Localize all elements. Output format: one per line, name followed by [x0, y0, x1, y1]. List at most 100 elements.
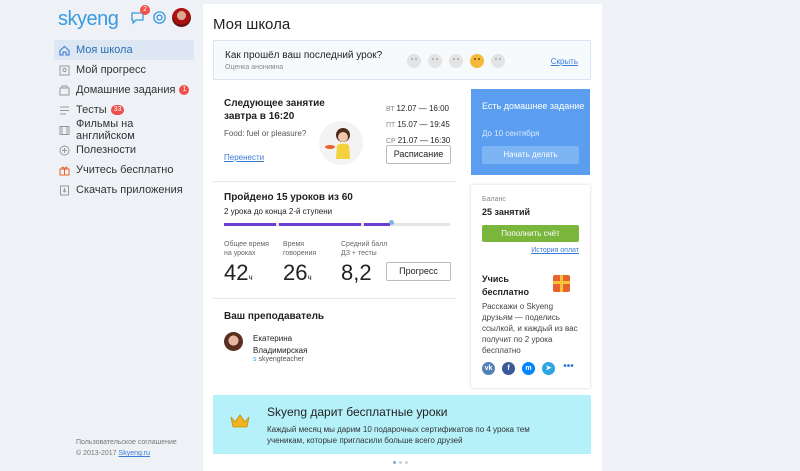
- reschedule-link[interactable]: Перенести: [224, 153, 264, 162]
- progress-bar: [224, 220, 450, 226]
- vk-share-icon[interactable]: vk: [482, 362, 495, 375]
- schedule-row: ПТ 15.07 — 19:45: [386, 117, 450, 133]
- schedule-time: 15.07 — 19:45: [397, 120, 450, 129]
- telegram-share-icon[interactable]: ➤: [542, 362, 555, 375]
- facebook-share-icon[interactable]: f: [502, 362, 515, 375]
- carousel-dot[interactable]: [399, 461, 402, 464]
- sidebar-item-label: Фильмы на английском: [76, 118, 135, 142]
- copyright: © 2013-2017 Skyeng.ru: [76, 448, 177, 459]
- sidebar-item-label: Скачать приложения: [76, 184, 183, 196]
- stat-label: Средний балл ДЗ + тесты: [341, 241, 388, 257]
- main-panel: Моя школа Как прошёл ваш последний урок?…: [203, 4, 602, 471]
- teacher-skype[interactable]: s skyengteacher: [253, 356, 304, 363]
- learn-free-description: Расскажи о Skyeng друзьям — поделись ссы…: [482, 302, 578, 355]
- smiley-4-icon[interactable]: [470, 54, 484, 68]
- lesson-survey: Как прошёл ваш последний урок? Оценка ан…: [213, 40, 591, 80]
- user-avatar[interactable]: [172, 8, 191, 27]
- stat-number: 8,2: [341, 260, 372, 285]
- stat-number: 26: [283, 260, 308, 285]
- sidebar-item-homework[interactable]: Домашние задания 1: [54, 80, 194, 100]
- sidebar-nav: Моя школа Мой прогресс Домашние задания …: [54, 40, 194, 200]
- divider: [213, 181, 457, 182]
- divider: [213, 298, 457, 299]
- homework-title: Есть домашнее задание: [482, 101, 585, 111]
- sidebar-item-label: Полезности: [76, 144, 136, 156]
- teacher-heading: Ваш преподаватель: [224, 311, 325, 322]
- survey-hide-link[interactable]: Скрыть: [551, 57, 578, 66]
- progress-bar-fill: [364, 223, 390, 226]
- teacher-avatar: [224, 332, 243, 351]
- sidebar-item-label: Мой прогресс: [76, 64, 147, 76]
- schedule-row: ВТ 12.07 — 16:00: [386, 101, 450, 117]
- homework-due: До 10 сентября: [482, 129, 540, 138]
- stat-value: 26ч: [283, 258, 329, 293]
- homework-icon: [59, 85, 70, 96]
- carousel-dot[interactable]: [393, 461, 396, 464]
- homework-card: Есть домашнее задание До 10 сентября Нач…: [471, 89, 590, 175]
- next-lesson-title: Следующее занятие завтра в 16:20: [224, 98, 325, 122]
- stat-lesson-time: Общее время на уроках 42ч: [224, 240, 274, 293]
- sidebar-item-label: Учитесь бесплатно: [76, 164, 174, 176]
- progress-button[interactable]: Прогресс: [386, 262, 451, 281]
- skyeng-logo[interactable]: skyeng: [58, 8, 119, 31]
- sidebar-item-learn-free[interactable]: Учитесь бесплатно: [54, 160, 194, 180]
- balance-value: 25 занятий: [482, 207, 531, 217]
- chat-badge: 2: [140, 4, 150, 15]
- sidebar-item-tests[interactable]: Тесты 33: [54, 100, 194, 120]
- teacher-illustration: [319, 121, 363, 165]
- lesson-schedule-list: ВТ 12.07 — 16:00 ПТ 15.07 — 19:45 СР 21.07 …: [386, 101, 450, 149]
- start-homework-button[interactable]: Начать делать: [482, 146, 579, 164]
- stat-number: 42: [224, 260, 249, 285]
- more-share-icon[interactable]: •••: [562, 362, 575, 375]
- stat-unit: ч: [307, 273, 312, 282]
- promo-description: Каждый месяц мы дарим 10 подарочных серт…: [267, 425, 530, 445]
- lifebuoy-icon: [152, 11, 166, 24]
- progress-icon: [59, 65, 70, 76]
- stat-label: Время говорения: [283, 241, 317, 257]
- progress-subtitle: 2 урока до конца 2-й ступени: [224, 207, 333, 216]
- smiley-1-icon[interactable]: [407, 54, 421, 68]
- smiley-2-icon[interactable]: [428, 54, 442, 68]
- smiley-3-icon[interactable]: [449, 54, 463, 68]
- crown-icon: [230, 414, 250, 428]
- messenger-share-icon[interactable]: m: [522, 362, 535, 375]
- progress-title: Пройдено 15 уроков из 60: [224, 192, 353, 203]
- tests-badge: 33: [110, 105, 125, 115]
- schedule-day: ПТ: [386, 122, 396, 129]
- top-up-button[interactable]: Пополнить счёт: [482, 225, 579, 242]
- schedule-button[interactable]: Расписание: [386, 145, 451, 164]
- sidebar-item-useful[interactable]: Полезности: [54, 140, 194, 160]
- carousel-dot[interactable]: [405, 461, 408, 464]
- promo-banner: Skyeng дарит бесплатные уроки Каждый мес…: [213, 395, 591, 454]
- sidebar-item-films[interactable]: Фильмы на английском: [54, 118, 194, 142]
- tests-icon: [59, 105, 70, 116]
- stat-value: 8,2: [341, 258, 391, 288]
- terms-link[interactable]: Пользовательское соглашение: [76, 437, 177, 448]
- rating-smileys: [407, 54, 505, 68]
- sidebar-item-label: Домашние задания: [76, 84, 176, 96]
- teacher-name: Екатерина Владимирская: [253, 333, 307, 357]
- share-buttons: vk f m ➤ •••: [482, 362, 575, 375]
- progress-section: Пройдено 15 уроков из 60 2 урока до конц…: [224, 192, 454, 216]
- schedule-day: ВТ: [386, 106, 395, 113]
- homework-badge: 1: [179, 85, 190, 95]
- chat-button[interactable]: 2: [128, 4, 150, 27]
- support-button[interactable]: [150, 9, 168, 27]
- promo-title: Skyeng дарит бесплатные уроки: [267, 405, 448, 419]
- skype-handle: skyengteacher: [258, 356, 304, 363]
- sidebar-item-download-apps[interactable]: Скачать приложения: [54, 180, 194, 200]
- sidebar-footer: Пользовательское соглашение © 2013-2017 …: [76, 437, 177, 459]
- carousel-dots: [393, 461, 408, 464]
- smiley-5-icon[interactable]: [491, 54, 505, 68]
- skyeng-site-link[interactable]: Skyeng.ru: [119, 450, 151, 457]
- payment-history-link[interactable]: История оплат: [531, 247, 579, 254]
- progress-marker: [389, 220, 394, 225]
- sidebar-item-my-school[interactable]: Моя школа: [54, 40, 194, 60]
- sidebar-item-my-progress[interactable]: Мой прогресс: [54, 60, 194, 80]
- balance-card: Баланс 25 занятий Пополнить счёт История…: [471, 185, 590, 388]
- sidebar-item-label: Моя школа: [76, 44, 133, 56]
- stat-unit: ч: [248, 273, 253, 282]
- schedule-time: 12.07 — 16:00: [396, 104, 449, 113]
- stat-average-score: Средний балл ДЗ + тесты 8,2: [341, 240, 391, 288]
- stat-speaking-time: Время говорения 26ч: [283, 240, 329, 293]
